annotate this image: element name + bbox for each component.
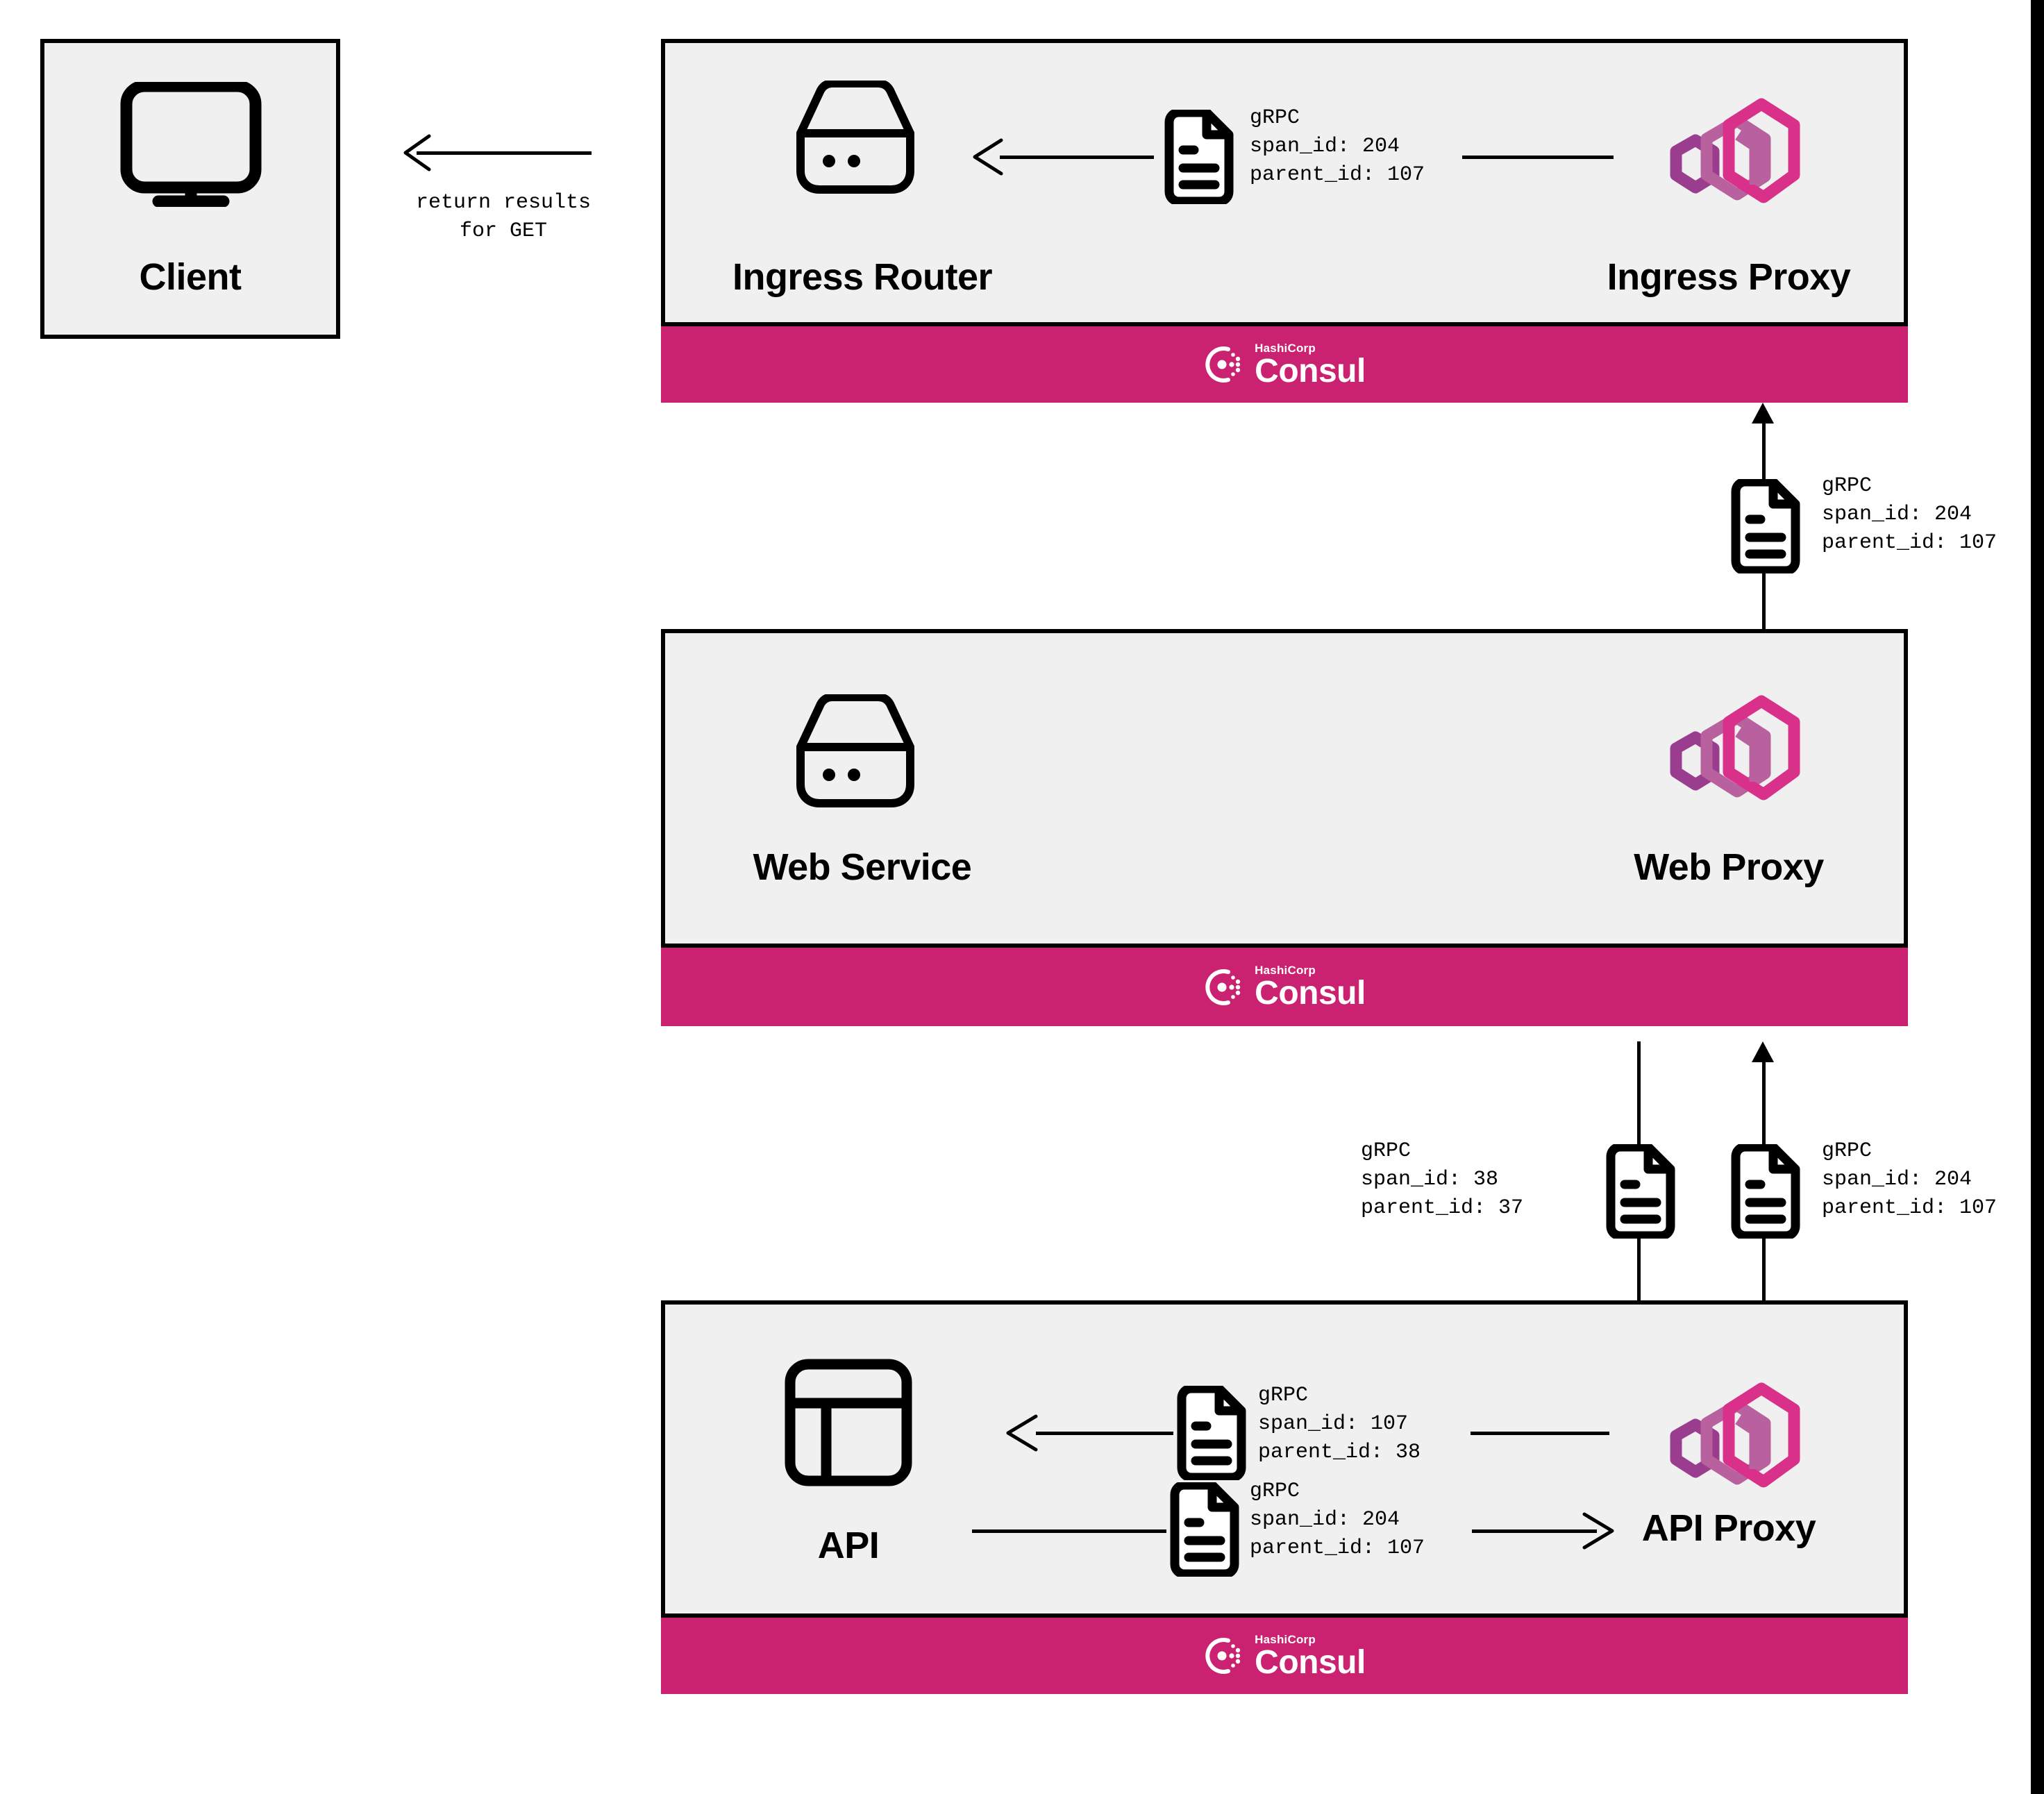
api-panel-icon <box>783 1357 915 1489</box>
consul-proxy-hexagons-icon-web <box>1652 694 1807 804</box>
ingress-web-edge-span-id: span_id: 204 <box>1822 503 1972 526</box>
consul-logo-icon <box>1203 967 1243 1007</box>
ingress-span-parent-id: parent_id: 107 <box>1250 163 1425 187</box>
api-in-protocol: gRPC <box>1258 1384 1309 1407</box>
api-out-protocol: gRPC <box>1250 1479 1300 1503</box>
consul-bar-web: HashiCorp Consul <box>661 948 1908 1026</box>
api-web-up-arrow-head-icon <box>1752 1041 1774 1062</box>
web-api-down-span-id: span_id: 38 <box>1361 1168 1499 1191</box>
ingress-web-edge-line-lower <box>1762 573 1766 629</box>
api-web-up-line-upper <box>1762 1061 1766 1144</box>
consul-proxy-hexagons-icon-api <box>1652 1382 1807 1491</box>
return-arrow-head-icon <box>401 133 432 172</box>
web-proxy-label: Web Proxy <box>1634 846 1824 888</box>
right-edge-band <box>2031 0 2044 1794</box>
web-api-down-parent-id: parent_id: 37 <box>1361 1196 1524 1220</box>
web-api-down-protocol: gRPC <box>1361 1139 1411 1163</box>
api-in-to-proxy-line <box>1471 1432 1609 1435</box>
api-in-span-id: span_id: 107 <box>1258 1412 1409 1436</box>
api-in-line <box>1036 1432 1173 1435</box>
ingress-web-edge-parent-id: parent_id: 107 <box>1822 531 1997 555</box>
ingress-web-edge-arrow-head-icon <box>1752 403 1774 424</box>
web-api-down-line-upper <box>1637 1041 1641 1146</box>
consul-logo-icon <box>1203 344 1243 385</box>
document-icon-api-web-up <box>1727 1144 1801 1239</box>
api-in-parent-id: parent_id: 38 <box>1258 1441 1421 1464</box>
ingress-span-protocol: gRPC <box>1250 106 1300 130</box>
document-icon-api-out <box>1166 1482 1240 1577</box>
api-web-up-span-id: span_id: 204 <box>1822 1168 1972 1191</box>
web-service-label: Web Service <box>753 846 972 888</box>
api-proxy-label: API Proxy <box>1641 1507 1816 1549</box>
consul-proxy-hexagons-icon-ingress <box>1652 97 1807 207</box>
api-web-up-protocol: gRPC <box>1822 1139 1873 1163</box>
return-arrow-line <box>417 151 592 155</box>
server-icon-ingress <box>778 81 933 196</box>
client-label: Client <box>139 256 242 298</box>
return-results-line2: for GET <box>459 219 548 243</box>
consul-bar-ingress: HashiCorp Consul <box>661 326 1908 403</box>
ingress-router-label: Ingress Router <box>732 256 993 298</box>
api-out-parent-id: parent_id: 107 <box>1250 1536 1425 1560</box>
server-icon-web <box>778 694 933 810</box>
consul-bar-api: HashiCorp Consul <box>661 1618 1908 1694</box>
document-icon-web-api-down <box>1602 1144 1676 1239</box>
ingress-span-id: span_id: 204 <box>1250 135 1400 158</box>
ingress-proxy-label: Ingress Proxy <box>1607 256 1851 298</box>
api-web-up-parent-id: parent_id: 107 <box>1822 1196 1997 1220</box>
api-out-line <box>972 1529 1166 1533</box>
monitor-icon <box>111 82 271 207</box>
consul-product-api: Consul <box>1255 1643 1366 1681</box>
ingress-doc-to-router-line <box>1000 156 1154 159</box>
api-in-arrow-head-icon <box>1003 1414 1039 1452</box>
diagram-canvas: Client return results for GET Ingress Ro… <box>0 0 2044 1794</box>
ingress-router-arrow-head-icon <box>969 137 1004 176</box>
consul-product-ingress: Consul <box>1255 352 1366 389</box>
document-icon-ingress-web-edge <box>1727 479 1801 573</box>
document-icon-api-in <box>1173 1386 1247 1480</box>
document-icon-ingress <box>1161 110 1234 204</box>
ingress-span-to-proxy-line <box>1462 156 1614 159</box>
api-label: API <box>817 1525 880 1566</box>
api-out-span-id: span_id: 204 <box>1250 1508 1400 1532</box>
ingress-web-edge-protocol: gRPC <box>1822 474 1873 498</box>
consul-product-web: Consul <box>1255 975 1366 1012</box>
return-results-line1: return results <box>415 191 592 215</box>
consul-logo-icon <box>1203 1636 1243 1676</box>
